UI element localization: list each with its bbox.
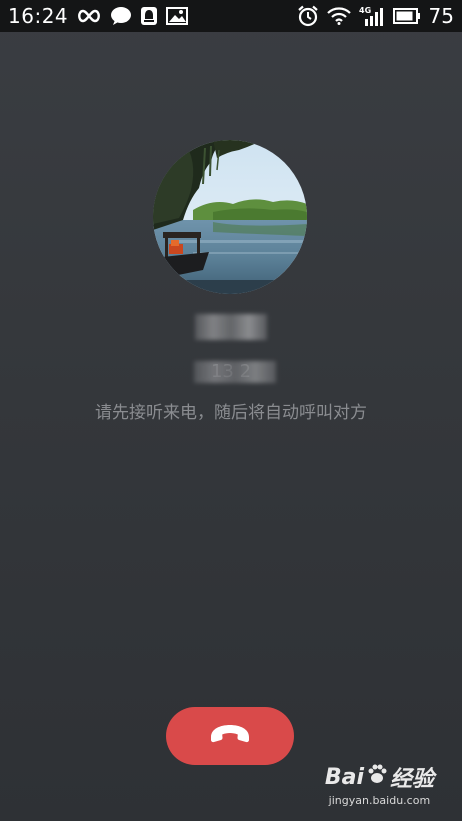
caller-avatar bbox=[153, 140, 307, 294]
image-icon bbox=[166, 7, 189, 25]
baidu-jingyan-watermark: Bai 经验 jingyan.baidu.com bbox=[325, 761, 434, 807]
baidu-logo: Bai 经验 bbox=[325, 761, 434, 793]
alarm-icon bbox=[297, 5, 319, 27]
end-call-button[interactable] bbox=[166, 707, 294, 765]
status-time: 16:24 bbox=[8, 4, 69, 28]
infinity-icon bbox=[76, 8, 102, 24]
notification-icon bbox=[140, 6, 158, 26]
logo-text-jingyan: 经验 bbox=[389, 767, 434, 792]
watermark-url: jingyan.baidu.com bbox=[328, 794, 431, 807]
incoming-call-screen: 16:24 4G 75 请先接听来电，随后将自动呼叫对方 Bai 经验 jing… bbox=[0, 0, 462, 821]
chat-bubble-icon bbox=[110, 6, 132, 26]
battery-icon bbox=[392, 8, 421, 24]
call-hint-text: 请先接听来电，随后将自动呼叫对方 bbox=[95, 403, 367, 423]
caller-number-redaction bbox=[194, 361, 276, 383]
paw-icon bbox=[366, 763, 388, 791]
battery-level: 75 bbox=[428, 4, 454, 28]
caller-name-redaction bbox=[195, 314, 267, 340]
signal-4g-icon: 4G bbox=[359, 5, 385, 27]
status-bar-left: 16:24 bbox=[8, 0, 189, 32]
svg-text:4G: 4G bbox=[359, 6, 371, 15]
logo-text-bai: Bai bbox=[324, 764, 364, 790]
wifi-icon bbox=[326, 7, 351, 25]
status-bar: 16:24 4G 75 bbox=[0, 0, 462, 32]
status-bar-right: 4G 75 bbox=[297, 0, 454, 32]
end-call-icon bbox=[208, 723, 252, 749]
